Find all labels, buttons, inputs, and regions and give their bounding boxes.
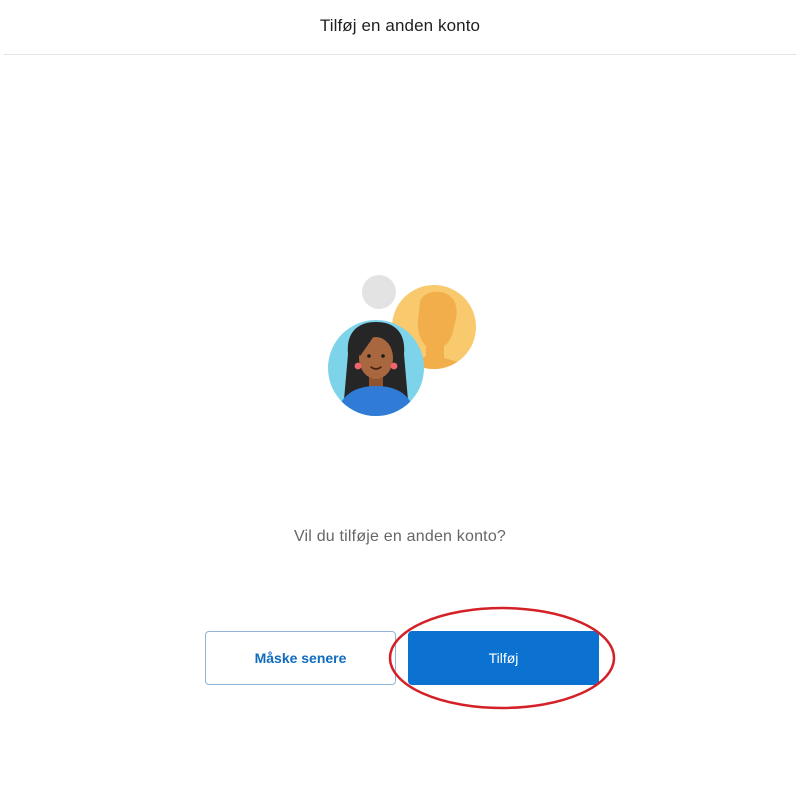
page-title: Tilføj en anden konto bbox=[319, 16, 481, 35]
add-label: Tilføj bbox=[488, 650, 519, 666]
maybe-later-label: Måske senere bbox=[254, 650, 347, 666]
add-account-screen: Tilføj en anden konto Vil du tilføje en … bbox=[0, 0, 800, 800]
add-account-question: Vil du tilføje en anden konto? bbox=[293, 528, 507, 545]
maybe-later-button[interactable]: Måske senere bbox=[205, 631, 396, 685]
header-bar: Tilføj en anden konto bbox=[4, 0, 796, 55]
add-button[interactable]: Tilføj bbox=[408, 631, 599, 685]
add-account-illustration-icon bbox=[328, 275, 476, 416]
woman-avatar-icon bbox=[328, 320, 424, 416]
grey-dot-icon bbox=[362, 275, 396, 309]
